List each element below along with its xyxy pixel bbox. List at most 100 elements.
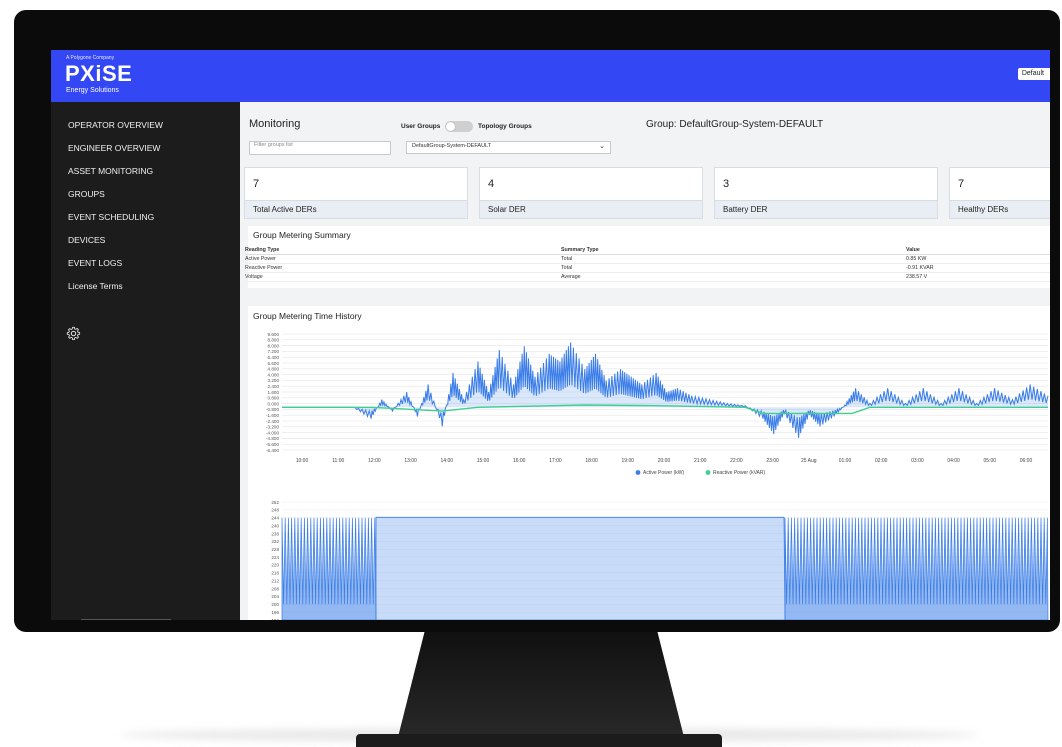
kpi-value: 7 <box>253 178 260 190</box>
x-tick-label: 02:00 <box>875 458 888 464</box>
y-tick-label: 8.800 <box>268 338 280 343</box>
cell: Average <box>561 272 906 282</box>
y-tick-label: 248 <box>271 508 279 513</box>
sidebar-item-groups[interactable]: GROUPS <box>68 189 105 199</box>
x-tick-label: 11:00 <box>332 458 344 464</box>
group-select-value: DefaultGroup-System-DEFAULT <box>412 143 492 149</box>
y-tick-label: 244 <box>271 516 279 521</box>
group-type-toggle: User Groups Topology Groups <box>401 121 532 132</box>
time-history-svg: 9.6008.8008.0007.2006.4005.6004.8004.000… <box>266 332 1049 620</box>
x-tick-label: 12:00 <box>368 458 381 464</box>
group-type-switch[interactable] <box>445 121 474 132</box>
kpi-card-total-active-ders: 7 Total Active DERs <box>244 167 468 219</box>
y-tick-label: 7.200 <box>268 349 280 354</box>
cell: 0.85 KW <box>906 254 1050 264</box>
time-history-charts: 9.600 8.800 8.000 7.200 6.400 5.600 4.800 4.000… <box>248 328 1050 620</box>
kpi-card-battery-der: 3 Battery DER <box>714 167 938 219</box>
x-tick-label: 20:00 <box>658 458 671 464</box>
brand-logo[interactable]: PXiSE <box>65 61 132 87</box>
y-tick-label: -5.600 <box>266 442 279 447</box>
y-tick-label: 216 <box>271 571 279 576</box>
sidebar-item-event-scheduling[interactable]: EVENT SCHEDULING <box>68 212 154 222</box>
y-tick-label: 4.000 <box>268 372 280 377</box>
main-content: Monitoring User Groups Topology Groups G… <box>240 102 1050 620</box>
y-tick-label: 3.200 <box>268 378 280 383</box>
sidebar-item-engineer-overview[interactable]: ENGINEER OVERVIEW <box>68 143 160 153</box>
y-tick-label: 6.400 <box>268 355 280 360</box>
monitor-bezel: A Polygone Company PXiSE Energy Solution… <box>14 10 1060 632</box>
group-select[interactable]: DefaultGroup-System-DEFAULT ⌄ <box>406 141 611 154</box>
x-tick-label: 19:00 <box>622 458 635 464</box>
y-tick-label: 9.600 <box>268 332 280 337</box>
y-tick-label: -6.400 <box>266 448 279 453</box>
sidebar-item-event-logs[interactable]: EVENT LOGS <box>68 258 122 268</box>
monitor-stand-base <box>356 734 722 747</box>
cell: 238.57 V <box>906 272 1050 282</box>
x-tick-label: 13:00 <box>404 458 417 464</box>
time-history-title: Group Metering Time History <box>253 311 362 321</box>
x-tick-label: 22:00 <box>730 458 743 464</box>
sidebar-item-license-terms[interactable]: License Terms <box>68 281 123 291</box>
active-power-line <box>282 342 1049 438</box>
cell: Total <box>561 254 906 264</box>
page-title: Monitoring <box>249 118 301 130</box>
app-screen: A Polygone Company PXiSE Energy Solution… <box>51 50 1050 620</box>
kpi-value: 4 <box>488 178 495 190</box>
y-tick-label: 8.000 <box>268 343 280 348</box>
x-tick-label: 25 Aug <box>801 458 817 464</box>
cell: Total <box>561 263 906 273</box>
x-tick-label: 01:00 <box>839 458 852 464</box>
summary-title: Group Metering Summary <box>253 230 351 240</box>
x-tick-label: 14:00 <box>441 458 454 464</box>
kpi-value: 7 <box>958 178 965 190</box>
y-tick-label: -4.000 <box>266 430 279 435</box>
brand-subtitle: Energy Solutions <box>66 87 119 94</box>
kpi-card-solar-der: 4 Solar DER <box>479 167 703 219</box>
column-header: Summary Type <box>561 246 906 255</box>
user-menu-button[interactable]: Default <box>1017 68 1050 80</box>
x-tick-label: 23:00 <box>766 458 779 464</box>
toggle-label-user-groups: User Groups <box>401 123 441 130</box>
monitor-stand <box>396 630 686 745</box>
x-tick-label: 16:00 <box>513 458 526 464</box>
x-tick-label: 15:00 <box>477 458 490 464</box>
y-tick-label: -0.800 <box>266 407 279 412</box>
kpi-label: Solar DER <box>480 200 702 218</box>
legend-marker <box>705 470 711 475</box>
summary-table: Reading Type Summary Type Value Active P… <box>245 246 1050 282</box>
y-tick-label: 252 <box>271 500 279 505</box>
y-tick-label: -1.600 <box>266 413 279 418</box>
legend-label: Active Power (kW) <box>643 470 684 476</box>
y-tick-label: 2.400 <box>268 384 280 389</box>
y-tick-label: 0.000 <box>268 401 280 406</box>
sidebar-item-operator-overview[interactable]: OPERATOR OVERVIEW <box>68 120 163 130</box>
toggle-label-topology-groups: Topology Groups <box>478 123 532 130</box>
x-tick-label: 03:00 <box>911 458 924 464</box>
sidebar-item-devices[interactable]: DEVICES <box>68 235 105 245</box>
y-tick-label: 208 <box>271 586 279 591</box>
kpi-value: 3 <box>723 178 730 190</box>
y-tick-label: 196 <box>271 610 279 615</box>
y-tick-label: 1.600 <box>268 390 280 395</box>
sidebar-item-asset-monitoring[interactable]: ASSET MONITORING <box>68 166 153 176</box>
cell: -0.91 KVAR <box>906 263 1050 273</box>
voltage-steady-area <box>375 516 786 620</box>
legend-marker <box>635 470 641 475</box>
y-tick-label: 212 <box>271 578 279 583</box>
table-header-row: Reading Type Summary Type Value <box>245 246 1050 255</box>
table-row: Voltage Average 238.57 V <box>245 272 1050 282</box>
y-tick-label: 192 <box>271 618 279 620</box>
cell: Active Power <box>245 254 561 264</box>
y-tick-label: 224 <box>271 555 279 560</box>
chevron-down-icon: ⌄ <box>599 143 605 150</box>
y-tick-label: 240 <box>271 523 279 528</box>
column-header: Reading Type <box>245 246 561 255</box>
x-tick-label: 17:00 <box>549 458 562 464</box>
y-tick-label: 4.800 <box>268 367 280 372</box>
gear-icon[interactable] <box>66 326 81 341</box>
cell: Voltage <box>245 272 561 282</box>
kpi-label: Healthy DERs <box>950 200 1050 218</box>
filter-groups-input[interactable]: Filter groups list <box>249 141 391 155</box>
table-row: Reactive Power Total -0.91 KVAR <box>245 263 1050 273</box>
group-heading: Group: DefaultGroup-System-DEFAULT <box>646 119 824 130</box>
